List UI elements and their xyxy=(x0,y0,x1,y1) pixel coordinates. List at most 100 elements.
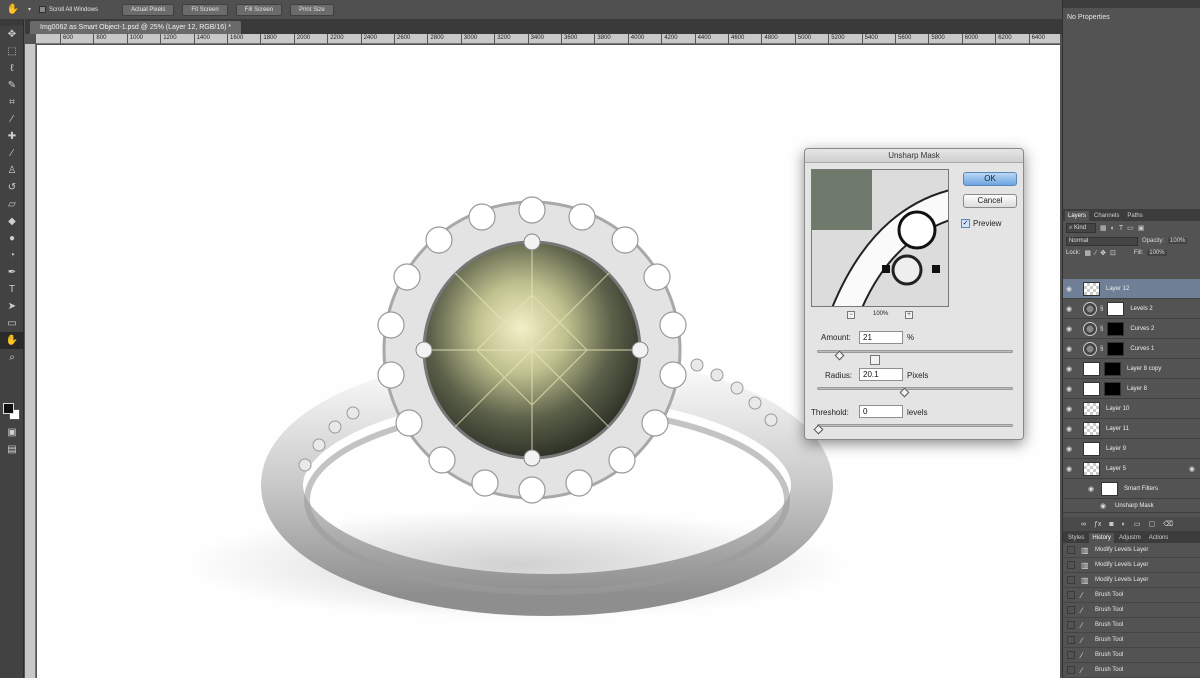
history-item[interactable]: ∕ Brush Tool xyxy=(1063,618,1200,633)
tab-adjustments[interactable]: Adjustm xyxy=(1116,533,1144,543)
filter-type-icon[interactable]: T xyxy=(1119,225,1123,232)
layer-row-layer-5[interactable]: ◉ Layer 5 ◉ xyxy=(1063,459,1200,479)
layer-row-unsharp-mask[interactable]: ◉ Unsharp Mask xyxy=(1063,499,1200,513)
new-layer-icon[interactable]: ▢ xyxy=(1149,520,1156,528)
link-chain-icon[interactable]: § xyxy=(1100,306,1103,312)
layer-mask-thumbnail[interactable] xyxy=(1107,301,1125,316)
clone-stamp-tool-icon[interactable]: ♙ xyxy=(0,162,24,179)
checkbox-box[interactable] xyxy=(39,6,47,13)
horizontal-ruler[interactable]: 600 800 1000 1200 1400 1600 1800 2000 2200 2400 26… xyxy=(36,34,1078,44)
screen-mode-icon[interactable]: ▤ xyxy=(0,441,24,458)
opacity-input[interactable]: 100% xyxy=(1168,238,1188,244)
tab-paths[interactable]: Paths xyxy=(1124,211,1145,221)
document-tab[interactable]: Img0062 as Smart Object-1.psd @ 25% (Lay… xyxy=(30,21,242,34)
tab-actions[interactable]: Actions xyxy=(1146,533,1172,543)
tool-preset-chevron-icon[interactable]: ▾ xyxy=(28,6,31,13)
zoom-tool-icon[interactable]: ⌕ xyxy=(0,349,24,366)
quick-mask-icon[interactable]: ▣ xyxy=(0,424,24,441)
layer-row-curves-2[interactable]: ◉ § Curves 2 xyxy=(1063,319,1200,339)
healing-brush-tool-icon[interactable]: ✚ xyxy=(0,128,24,145)
paint-bucket-tool-icon[interactable]: ◆ xyxy=(0,213,24,230)
link-chain-icon[interactable]: § xyxy=(1100,326,1103,332)
filter-adjustment-icon[interactable]: ◐ xyxy=(1111,225,1115,232)
history-item[interactable]: ▥ Modify Levels Layer xyxy=(1063,573,1200,588)
layer-style-icon[interactable]: ƒx xyxy=(1094,521,1101,528)
radius-slider[interactable] xyxy=(817,387,1013,390)
visibility-eye-icon[interactable]: ◉ xyxy=(1063,345,1075,353)
radius-input[interactable]: 20.1 xyxy=(859,368,903,381)
foreground-color-swatch[interactable] xyxy=(3,403,14,414)
fill-screen-button[interactable]: Fill Screen xyxy=(235,3,283,16)
quick-select-tool-icon[interactable]: ✎ xyxy=(0,77,24,94)
history-snapshot-box[interactable] xyxy=(1067,606,1075,614)
properties-header[interactable] xyxy=(1063,0,1200,8)
layer-row-levels-2[interactable]: ◉ § Levels 2 xyxy=(1063,299,1200,319)
delete-layer-icon[interactable]: ⌫ xyxy=(1163,520,1173,528)
fit-screen-button[interactable]: Fit Screen xyxy=(182,3,228,16)
history-item[interactable]: ∕ Brush Tool xyxy=(1063,603,1200,618)
threshold-input[interactable]: 0 xyxy=(859,405,903,418)
zoom-in-button[interactable]: + xyxy=(905,311,913,319)
layer-row-layer-10[interactable]: ◉ Layer 10 xyxy=(1063,399,1200,419)
new-group-icon[interactable]: ▭ xyxy=(1134,520,1141,528)
history-snapshot-box[interactable] xyxy=(1067,621,1075,629)
history-snapshot-box[interactable] xyxy=(1067,591,1075,599)
eraser-tool-icon[interactable]: ▱ xyxy=(0,196,24,213)
kind-filter-select[interactable]: ⌕ Kind xyxy=(1066,223,1096,233)
visibility-eye-icon[interactable]: ◉ xyxy=(1063,465,1075,473)
link-chain-icon[interactable]: § xyxy=(1100,346,1103,352)
add-mask-icon[interactable]: ◙ xyxy=(1109,521,1113,528)
history-item[interactable]: ∕ Brush Tool xyxy=(1063,663,1200,678)
blur-tool-icon[interactable]: ● xyxy=(0,230,24,247)
layer-mask-thumbnail[interactable] xyxy=(1107,321,1125,336)
visibility-eye-icon[interactable]: ◉ xyxy=(1063,365,1075,373)
amount-slider[interactable] xyxy=(817,350,1013,353)
layer-row-curves-1[interactable]: ◉ § Curves 1 xyxy=(1063,339,1200,359)
zoom-out-button[interactable]: − xyxy=(847,311,855,319)
filter-pixel-icon[interactable]: ▦ xyxy=(1100,224,1107,232)
threshold-slider[interactable] xyxy=(817,424,1013,427)
layer-row-layer-8-copy[interactable]: ◉ Layer 8 copy xyxy=(1063,359,1200,379)
lock-all-icon[interactable]: ⊡ xyxy=(1110,249,1116,257)
eyedropper-tool-icon[interactable]: ⁄ xyxy=(0,111,24,128)
visibility-eye-icon[interactable]: ◉ xyxy=(1085,485,1097,493)
filter-smart-object-icon[interactable]: ▣ xyxy=(1138,224,1145,232)
lock-brush-icon[interactable]: ∕ xyxy=(1095,250,1096,257)
checkmark-icon[interactable]: ✓ xyxy=(961,219,970,228)
layer-mask-thumbnail[interactable] xyxy=(1107,341,1125,356)
layer-mask-thumbnail[interactable] xyxy=(1104,361,1121,376)
blend-mode-select[interactable]: Normal xyxy=(1066,236,1138,246)
history-snapshot-box[interactable] xyxy=(1067,666,1075,674)
history-item[interactable]: ▥ Modify Levels Layer xyxy=(1063,543,1200,558)
layer-row-smart-filters[interactable]: ◉ Smart Filters xyxy=(1063,479,1200,499)
scroll-all-windows-checkbox[interactable]: Scroll All Windows xyxy=(39,6,98,13)
move-tool-icon[interactable]: ✥ xyxy=(0,26,24,43)
lock-move-icon[interactable]: ✥ xyxy=(1100,249,1106,257)
shape-tool-icon[interactable]: ▭ xyxy=(0,315,24,332)
layer-row-layer-11[interactable]: ◉ Layer 11 xyxy=(1063,419,1200,439)
history-brush-tool-icon[interactable]: ↺ xyxy=(0,179,24,196)
filter-mask-thumbnail[interactable] xyxy=(1101,481,1118,496)
history-snapshot-box[interactable] xyxy=(1067,636,1075,644)
lock-transparent-icon[interactable]: ▦ xyxy=(1084,249,1091,257)
preview-checkbox[interactable]: ✓ Preview xyxy=(961,219,1001,228)
history-item[interactable]: ∕ Brush Tool xyxy=(1063,588,1200,603)
visibility-eye-icon[interactable]: ◉ xyxy=(1063,445,1075,453)
visibility-eye-icon[interactable]: ◉ xyxy=(1063,405,1075,413)
visibility-eye-icon[interactable]: ◉ xyxy=(1063,325,1075,333)
link-layers-icon[interactable]: ∞ xyxy=(1081,521,1086,528)
tab-history[interactable]: History xyxy=(1089,533,1115,543)
filter-shape-icon[interactable]: ▭ xyxy=(1127,224,1134,232)
visibility-eye-icon[interactable]: ◉ xyxy=(1063,385,1075,393)
visibility-eye-icon[interactable]: ◉ xyxy=(1097,502,1109,510)
pen-tool-icon[interactable]: ✒ xyxy=(0,264,24,281)
visibility-eye-icon[interactable]: ◉ xyxy=(1063,285,1075,293)
history-item[interactable]: ∕ Brush Tool xyxy=(1063,633,1200,648)
brush-tool-icon[interactable]: ∕ xyxy=(0,145,24,162)
path-select-tool-icon[interactable]: ➤ xyxy=(0,298,24,315)
layer-row-layer-8[interactable]: ◉ Layer 8 xyxy=(1063,379,1200,399)
new-adjustment-icon[interactable]: ◐ xyxy=(1122,521,1126,528)
history-snapshot-box[interactable] xyxy=(1067,546,1075,554)
tab-channels[interactable]: Channels xyxy=(1091,211,1122,221)
layer-mask-thumbnail[interactable] xyxy=(1104,381,1121,396)
